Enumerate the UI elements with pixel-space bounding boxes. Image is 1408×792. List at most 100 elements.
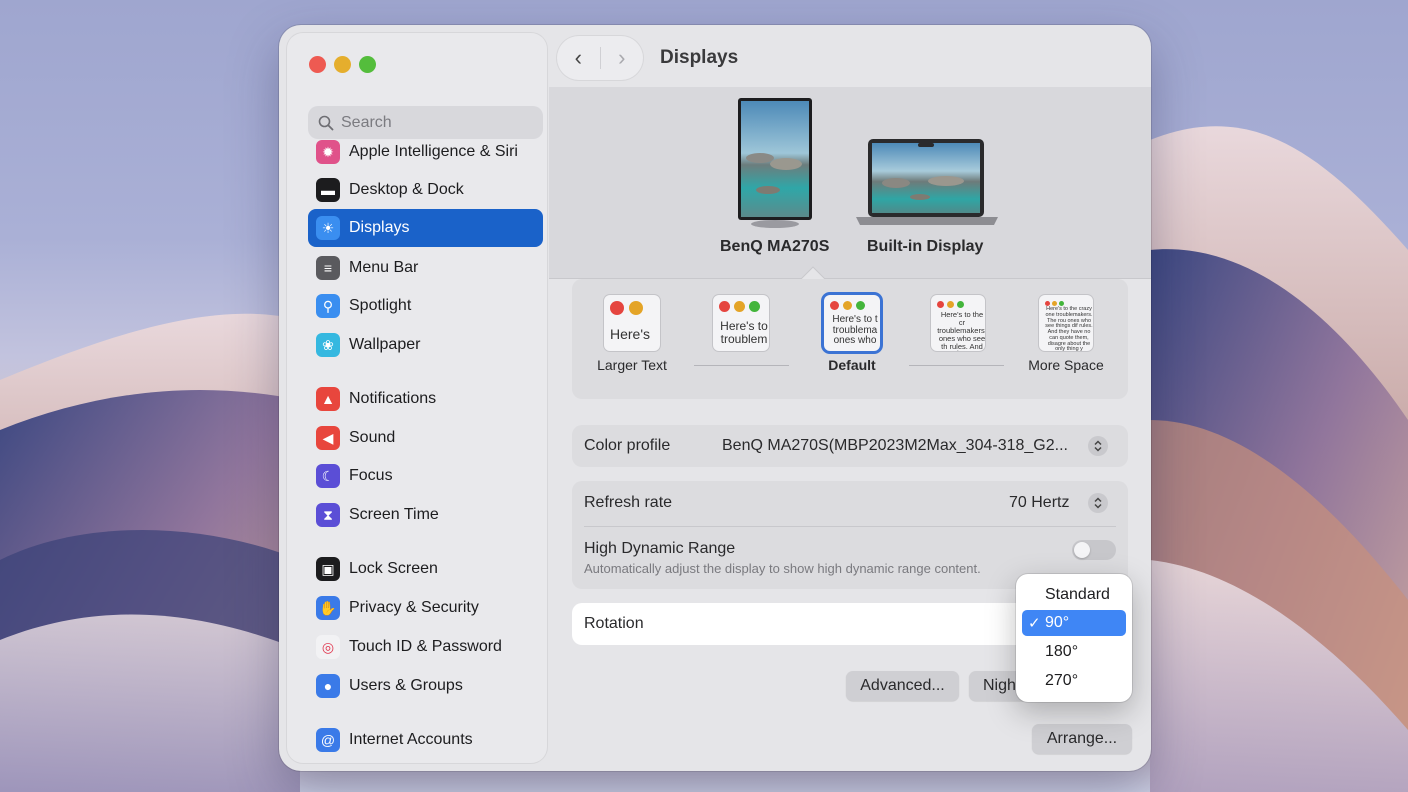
sidebar-item-notifications[interactable]: ▲ Notifications bbox=[308, 380, 543, 418]
sample-text: Here's to the cr troublemakers. ones who… bbox=[937, 310, 985, 351]
rotation-popup-menu: Standard ✓ 90° 180° 270° bbox=[1016, 574, 1132, 702]
color-profile-value: BenQ MA270S(MBP2023M2Max_304-318_G2... bbox=[722, 437, 1068, 454]
scale-thumbnail: Here's bbox=[604, 295, 660, 351]
sidebar-item-label: Screen Time bbox=[349, 506, 439, 523]
sidebar-item-label: Displays bbox=[349, 219, 410, 236]
hdr-toggle[interactable] bbox=[1072, 540, 1116, 560]
sidebar-item-focus[interactable]: ☾ Focus bbox=[308, 457, 543, 495]
back-button[interactable]: ‹ bbox=[557, 45, 600, 71]
refresh-rate-value: 70 Hertz bbox=[1009, 494, 1070, 511]
color-profile-label: Color profile bbox=[584, 437, 671, 454]
external-display-label[interactable]: BenQ MA270S bbox=[720, 238, 829, 256]
at-icon: @ bbox=[316, 728, 340, 752]
rotation-option-180[interactable]: 180° bbox=[1022, 639, 1126, 665]
scale-option-larger-text[interactable]: Here's Larger Text bbox=[592, 295, 672, 373]
sample-text: Here's bbox=[610, 326, 651, 342]
sidebar-item-label: Desktop & Dock bbox=[349, 181, 464, 198]
sidebar-item-lock-screen[interactable]: ▣ Lock Screen bbox=[308, 550, 543, 588]
sidebar-item-label: Menu Bar bbox=[349, 259, 419, 276]
sun-icon: ☀ bbox=[316, 216, 340, 240]
hourglass-icon: ⧗ bbox=[316, 503, 340, 527]
updown-chevron-icon bbox=[1094, 497, 1102, 509]
sidebar-item-label: Notifications bbox=[349, 390, 437, 407]
sidebar-item-label: Sound bbox=[349, 429, 396, 446]
sidebar-item-label: Users & Groups bbox=[349, 677, 463, 694]
moon-icon: ☾ bbox=[316, 464, 340, 488]
minimize-window-button[interactable] bbox=[334, 56, 351, 73]
builtin-display-thumbnail[interactable] bbox=[856, 139, 998, 229]
page-title: Displays bbox=[660, 47, 739, 68]
sidebar: ✹ Apple Intelligence & Siri ▬ Desktop & Doc… bbox=[287, 33, 547, 763]
scale-option-default[interactable]: Here's to t troublema ones who Default bbox=[818, 295, 886, 373]
sidebar-item-wallpaper[interactable]: ❀ Wallpaper bbox=[308, 326, 543, 364]
dock-icon: ▬ bbox=[316, 178, 340, 202]
forward-button[interactable]: › bbox=[600, 45, 643, 71]
sidebar-item-privacy-security[interactable]: ✋ Privacy & Security bbox=[308, 589, 543, 627]
sidebar-item-apple-intelligence-siri[interactable]: ✹ Apple Intelligence & Siri bbox=[308, 133, 543, 171]
scale-thumbnail: Here's to the crazy one troublemakers. T… bbox=[1039, 295, 1093, 351]
sidebar-item-internet-accounts[interactable]: @ Internet Accounts bbox=[308, 721, 543, 759]
rotation-label: Rotation bbox=[584, 615, 644, 632]
fingerprint-icon: ◎ bbox=[316, 635, 340, 659]
toggles-icon: ≡ bbox=[316, 256, 340, 280]
sidebar-item-users-groups[interactable]: ● Users & Groups bbox=[308, 667, 543, 705]
siri-icon: ✹ bbox=[316, 140, 340, 164]
rotation-option-90[interactable]: ✓ 90° bbox=[1022, 610, 1126, 636]
refresh-rate-stepper[interactable] bbox=[1088, 493, 1108, 513]
sidebar-item-label: Apple Intelligence & Siri bbox=[349, 143, 518, 160]
scale-option-more-space[interactable]: Here's to the crazy one troublemakers. T… bbox=[1024, 295, 1108, 373]
search-icon bbox=[318, 115, 334, 130]
sidebar-item-label: Privacy & Security bbox=[349, 599, 479, 616]
color-profile-row[interactable]: Color profile BenQ MA270S(MBP2023M2Max_3… bbox=[572, 425, 1128, 467]
lock-icon: ▣ bbox=[316, 557, 340, 581]
sidebar-item-label: Internet Accounts bbox=[349, 731, 473, 748]
toolbar: ‹ › Displays bbox=[557, 35, 738, 81]
menu-item-label: 180° bbox=[1045, 643, 1079, 660]
sample-text: Here's to troublem bbox=[720, 319, 768, 346]
sidebar-item-sound[interactable]: ◀ Sound bbox=[308, 419, 543, 457]
window-controls bbox=[309, 56, 376, 73]
close-window-button[interactable] bbox=[309, 56, 326, 73]
advanced-button[interactable]: Advanced... bbox=[846, 671, 959, 701]
speaker-icon: ◀ bbox=[316, 426, 340, 450]
sidebar-item-desktop-dock[interactable]: ▬ Desktop & Dock bbox=[308, 171, 543, 209]
scale-slider-track bbox=[694, 365, 789, 366]
scale-option-2[interactable]: Here's to troublem bbox=[710, 295, 772, 357]
display-arrangement: BenQ MA270S Built-in Display bbox=[549, 87, 1151, 280]
selected-display-pointer bbox=[800, 266, 826, 280]
rotation-option-standard[interactable]: Standard bbox=[1022, 582, 1126, 608]
hand-icon: ✋ bbox=[316, 596, 340, 620]
menu-item-label: 270° bbox=[1045, 672, 1079, 689]
rotation-option-270[interactable]: 270° bbox=[1022, 668, 1126, 694]
scale-option-4[interactable]: Here's to the cr troublemakers. ones who… bbox=[927, 295, 989, 357]
sidebar-item-spotlight[interactable]: ⚲ Spotlight bbox=[308, 287, 543, 325]
hdr-label: High Dynamic Range bbox=[584, 540, 736, 557]
builtin-display-label[interactable]: Built-in Display bbox=[867, 238, 983, 256]
sample-text: Here's to the crazy one troublemakers. T… bbox=[1045, 306, 1093, 351]
scale-thumbnail: Here's to the cr troublemakers. ones who… bbox=[931, 295, 985, 351]
navigation-buttons: ‹ › bbox=[557, 36, 643, 80]
external-monitor-thumbnail[interactable] bbox=[738, 98, 816, 228]
sidebar-item-touch-id-password[interactable]: ◎ Touch ID & Password bbox=[308, 628, 543, 666]
search-input[interactable] bbox=[341, 113, 531, 132]
zoom-window-button[interactable] bbox=[359, 56, 376, 73]
checkmark-icon: ✓ bbox=[1028, 615, 1041, 632]
sidebar-item-label: Wallpaper bbox=[349, 336, 421, 353]
divider bbox=[584, 526, 1116, 527]
scale-label: More Space bbox=[1028, 357, 1104, 373]
refresh-rate-label: Refresh rate bbox=[584, 494, 673, 511]
magnifier-icon: ⚲ bbox=[316, 294, 340, 318]
scale-label: Default bbox=[828, 357, 876, 373]
sidebar-item-displays[interactable]: ☀ Displays bbox=[308, 209, 543, 247]
refresh-hdr-card: Refresh rate 70 Hertz High Dynamic Range… bbox=[572, 481, 1128, 589]
sidebar-item-screen-time[interactable]: ⧗ Screen Time bbox=[308, 496, 543, 534]
sidebar-item-label: Spotlight bbox=[349, 297, 412, 314]
scale-thumbnail-selected: Here's to t troublema ones who bbox=[824, 295, 880, 351]
menu-item-label: Standard bbox=[1045, 586, 1110, 603]
color-profile-stepper[interactable] bbox=[1088, 436, 1108, 456]
sidebar-item-menu-bar[interactable]: ≡ Menu Bar bbox=[308, 249, 543, 287]
arrange-button[interactable]: Arrange... bbox=[1032, 724, 1132, 754]
scale-label: Larger Text bbox=[597, 357, 667, 373]
updown-chevron-icon bbox=[1094, 440, 1102, 452]
resolution-scaling: Here's Larger Text Here's to troublem He… bbox=[572, 279, 1128, 399]
